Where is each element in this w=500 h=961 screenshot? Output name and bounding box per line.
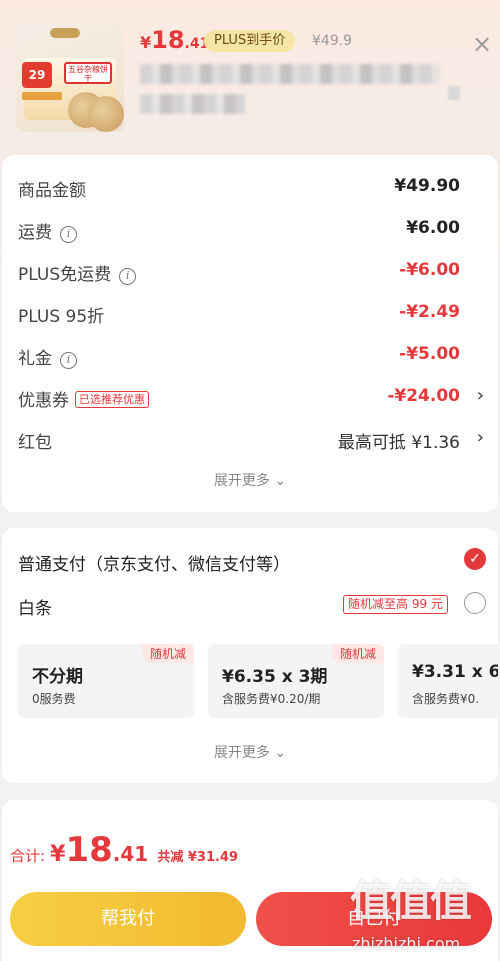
row-label: PLUS免运费 i [18,260,137,285]
chevron-right-icon[interactable]: › [477,385,484,406]
info-icon[interactable]: i [60,352,77,369]
original-price: ¥49.9 [312,33,353,49]
total-decimal: .41 [112,842,149,866]
row-value: 最高可抵 ¥1.36 [337,433,460,453]
plan-fee: 含服务费¥0.20/期 [222,692,321,706]
product-title-redacted [140,64,440,84]
currency-symbol: ¥ [140,33,152,52]
total-saved: 共减 ¥31.49 [157,850,239,865]
price-integer: 18 [151,26,185,54]
final-price: ¥18.41 [140,26,209,54]
promo-stripe [22,92,62,100]
product-thumbnail[interactable]: 29 五谷杂粮饼干 [16,24,124,132]
radio-checked-icon[interactable]: ✓ [464,548,486,570]
total-price: 合计: ¥18.41 共减 ¥31.49 [10,830,238,870]
expand-more-button[interactable]: 展开更多 ⌄ [2,470,498,490]
row-label-text: 礼金 [18,349,52,369]
help-me-pay-button[interactable]: 帮我付 [10,892,246,946]
row-value: ¥49.90 [394,176,460,196]
amount-row-red-packet[interactable]: 红包 最高可抵 ¥1.36 › [2,424,498,454]
product-title-redacted [140,94,245,114]
row-value: -¥2.49 [399,302,460,322]
recommended-coupon-tag: 已选推荐优惠 [75,391,149,408]
brand-logo [50,28,80,38]
chevron-down-icon: ⌄ [274,473,287,489]
row-label: 优惠券 已选推荐优惠 [18,386,149,411]
baitiao-promo-tag: 随机减至高 99 元 [343,595,448,614]
random-discount-tag: 随机减 [331,644,384,663]
row-value: ¥6.00 [406,218,460,238]
pay-button[interactable]: 自己付 [256,892,492,946]
row-value: -¥6.00 [399,260,460,280]
currency-symbol: ¥ [50,842,66,867]
expand-more-button[interactable]: 展开更多 ⌄ [2,742,498,762]
amount-row-gift-money: 礼金 i -¥5.00 [2,340,498,370]
info-icon[interactable]: i [60,226,77,243]
chevron-down-icon: ⌄ [274,745,287,761]
random-discount-tag: 随机减 [141,644,194,663]
payment-method-card: 普通支付（京东支付、微信支付等） ✓ 白条 随机减至高 99 元 随机减 不分期… [2,528,498,783]
amount-row-shipping: 运费 i ¥6.00 [2,214,498,244]
expand-more-label: 展开更多 [213,473,270,489]
amount-row-goods: 商品金额 ¥49.90 [2,172,498,202]
row-label: 运费 i [18,218,77,243]
plan-title: ¥6.35 x 3期 [222,667,328,687]
product-title-redacted [448,86,460,100]
payment-option-normal[interactable]: 普通支付（京东支付、微信支付等） [2,546,498,576]
row-label: 商品金额 [18,181,86,201]
plan-fee: 含服务费¥0. [412,692,480,706]
installment-plan[interactable]: 随机减 ¥6.35 x 3期 含服务费¥0.20/期 [208,644,384,718]
radio-unchecked-icon[interactable] [464,592,486,614]
close-icon[interactable]: × [468,30,496,58]
plan-title: ¥3.31 x 6 [412,662,498,682]
installment-plan[interactable]: 随机减 不分期 0服务费 [18,644,194,718]
total-integer: 18 [65,830,113,870]
row-label-text: 优惠券 [18,391,69,411]
plus-price-tag: PLUS到手价 [204,30,296,52]
total-label: 合计: [10,847,46,865]
installment-plan[interactable]: ¥3.31 x 6 含服务费¥0. [398,644,498,718]
amount-details-card: 商品金额 ¥49.90 运费 i ¥6.00 PLUS免运费 i -¥6.00 PL… [2,155,498,512]
row-label: 礼金 i [18,344,77,369]
row-label-text: PLUS免运费 [18,265,112,285]
row-label: PLUS 95折 [18,307,105,327]
row-value: -¥24.00 [387,386,460,406]
payment-option-label: 普通支付（京东支付、微信支付等） [18,555,290,575]
installment-plans: 随机减 不分期 0服务费 随机减 ¥6.35 x 3期 含服务费¥0.20/期 … [2,644,498,724]
plan-fee: 0服务费 [32,692,76,706]
product-label: 五谷杂粮饼干 [64,62,112,84]
row-label: 红包 [18,433,52,453]
amount-row-plus-discount: PLUS 95折 -¥2.49 [2,298,498,328]
row-label-text: 运费 [18,223,52,243]
price-badge: 29 [22,62,52,88]
amount-row-plus-free-shipping: PLUS免运费 i -¥6.00 [2,256,498,286]
payment-option-label: 白条 [18,599,52,619]
product-summary: 29 五谷杂粮饼干 ¥18.41 PLUS到手价 ¥49.9 × [0,0,500,150]
amount-row-coupon[interactable]: 优惠券 已选推荐优惠 -¥24.00 › [2,382,498,412]
expand-more-label: 展开更多 [213,745,270,761]
plan-title: 不分期 [32,667,83,687]
row-value: -¥5.00 [399,344,460,364]
cookie-image [88,96,124,132]
info-icon[interactable]: i [119,268,137,285]
chevron-right-icon[interactable]: › [477,427,484,448]
